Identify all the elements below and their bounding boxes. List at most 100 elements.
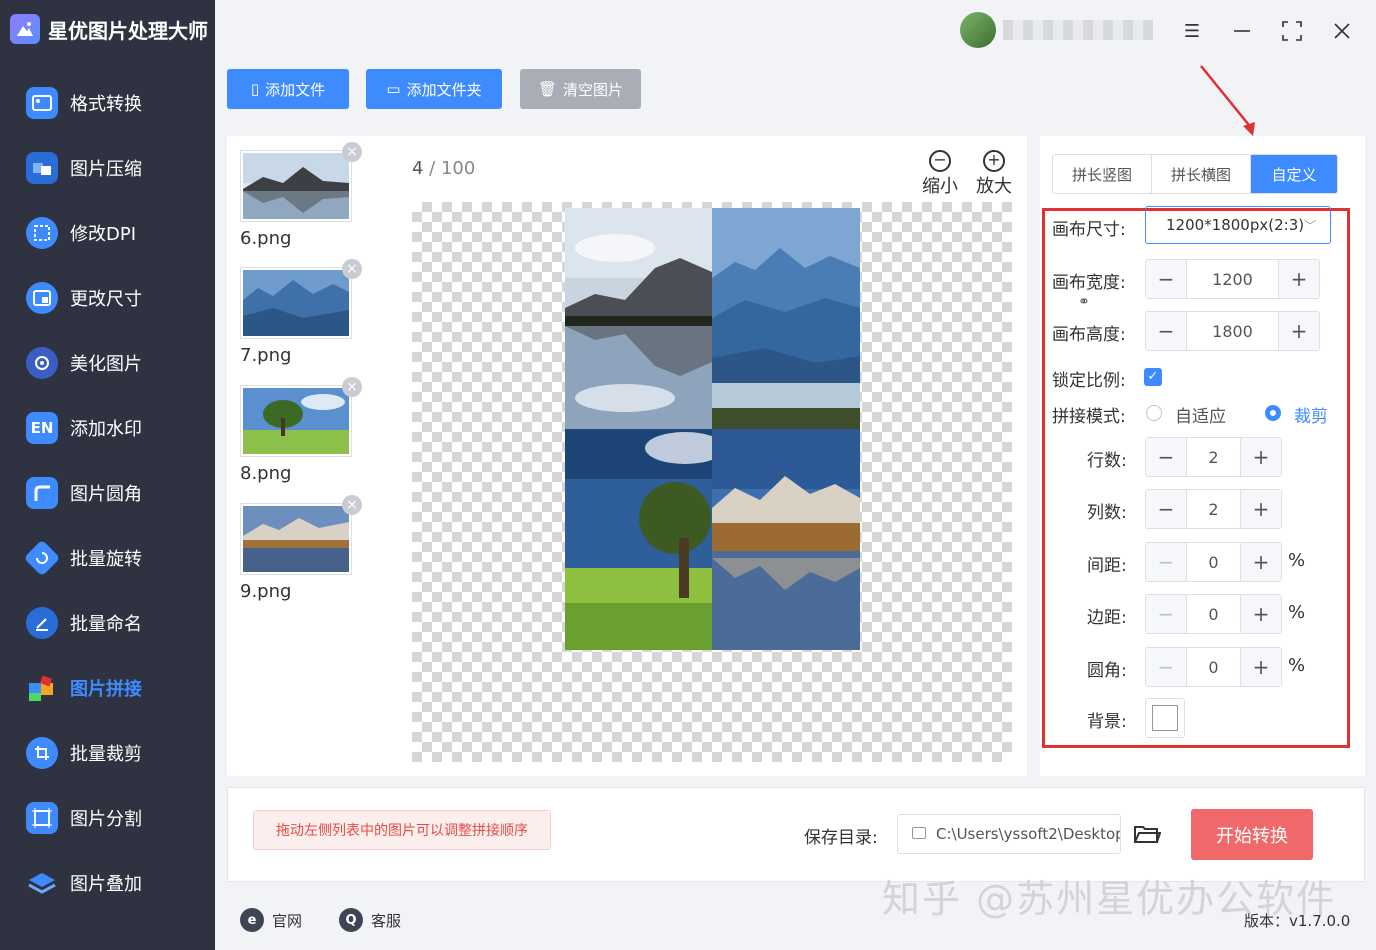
- tab-custom[interactable]: 自定义: [1251, 155, 1337, 193]
- canvas-width-stepper[interactable]: − 1200 +: [1145, 259, 1320, 299]
- remove-file-icon[interactable]: ×: [342, 377, 362, 397]
- increment-button[interactable]: +: [1279, 312, 1319, 350]
- increment-button[interactable]: +: [1241, 595, 1281, 633]
- open-folder-icon[interactable]: [1133, 820, 1161, 848]
- background-label: 背景:: [1087, 712, 1127, 732]
- increment-button[interactable]: +: [1241, 543, 1281, 581]
- sidebar-item-resize[interactable]: 更改尺寸: [0, 272, 215, 324]
- sidebar-item-format-convert[interactable]: 格式转换: [0, 77, 215, 129]
- sidebar-item-label: 添加水印: [70, 419, 142, 440]
- mode-fit-radio[interactable]: [1146, 405, 1162, 421]
- decrement-button[interactable]: −: [1146, 312, 1186, 350]
- decrement-button[interactable]: −: [1146, 595, 1186, 633]
- sidebar-item-rename[interactable]: 批量命名: [0, 597, 215, 649]
- margin-stepper[interactable]: − 0 +: [1145, 594, 1282, 634]
- zoom-in-button[interactable]: + 放大: [974, 150, 1014, 198]
- file-name: 9.png: [240, 581, 292, 602]
- close-icon[interactable]: [1325, 14, 1359, 48]
- decrement-button[interactable]: −: [1146, 543, 1186, 581]
- decrement-button[interactable]: −: [1146, 260, 1186, 298]
- sidebar-item-rotate[interactable]: 批量旋转: [0, 532, 215, 584]
- collage-tile-1: [565, 208, 712, 429]
- trash-icon: 🗑: [537, 80, 558, 98]
- remove-file-icon[interactable]: ×: [342, 495, 362, 515]
- sidebar-item-beautify[interactable]: 美化图片: [0, 337, 215, 389]
- support-link[interactable]: Q 客服: [339, 908, 401, 932]
- zoom-out-label: 缩小: [922, 176, 958, 197]
- sidebar-item-label: 图片拼接: [70, 679, 142, 700]
- link-icon[interactable]: ⚭: [1078, 294, 1090, 310]
- dpi-icon: [26, 217, 58, 249]
- mode-fit-label[interactable]: 自适应: [1175, 402, 1226, 427]
- sidebar-item-dpi[interactable]: 修改DPI: [0, 207, 215, 259]
- decrement-button[interactable]: −: [1146, 438, 1186, 476]
- tab-horizontal[interactable]: 拼长横图: [1152, 155, 1251, 193]
- sidebar-item-split[interactable]: 图片分割: [0, 792, 215, 844]
- collage-tile-2: [712, 208, 860, 429]
- cols-label: 列数:: [1087, 503, 1127, 523]
- sidebar-item-watermark[interactable]: EN 添加水印: [0, 402, 215, 454]
- remove-file-icon[interactable]: ×: [342, 259, 362, 279]
- lock-ratio-checkbox[interactable]: ✓: [1144, 368, 1162, 386]
- increment-button[interactable]: +: [1241, 648, 1281, 686]
- thumbnail: [240, 385, 352, 457]
- canvas-height-label: 画布高度:: [1052, 325, 1126, 345]
- compress-icon: [26, 152, 58, 184]
- sidebar-item-stitch[interactable]: 图片拼接: [0, 662, 215, 714]
- layers-icon: [26, 867, 58, 899]
- tab-vertical[interactable]: 拼长竖图: [1053, 155, 1152, 193]
- radius-stepper[interactable]: − 0 +: [1145, 647, 1282, 687]
- increment-button[interactable]: +: [1279, 260, 1319, 298]
- sidebar-item-round-corner[interactable]: 图片圆角: [0, 467, 215, 519]
- canvas-size-select[interactable]: 1200*1800px(2:3) ﹀: [1145, 206, 1331, 244]
- save-path-value: C:\Users\yssoft2\Desktop: [936, 825, 1121, 843]
- remove-file-icon[interactable]: ×: [342, 142, 362, 162]
- increment-button[interactable]: +: [1241, 490, 1281, 528]
- zoom-out-icon: −: [929, 150, 951, 172]
- canvas-width-value[interactable]: 1200: [1186, 260, 1279, 298]
- beautify-icon: [26, 347, 58, 379]
- sidebar-item-crop[interactable]: 批量裁剪: [0, 727, 215, 779]
- color-swatch: [1152, 705, 1178, 731]
- rows-stepper[interactable]: − 2 +: [1145, 437, 1282, 477]
- decrement-button[interactable]: −: [1146, 490, 1186, 528]
- sidebar-item-label: 格式转换: [70, 94, 142, 115]
- radius-value[interactable]: 0: [1186, 648, 1241, 686]
- increment-button[interactable]: +: [1241, 438, 1281, 476]
- save-path-input[interactable]: C:\Users\yssoft2\Desktop: [897, 814, 1121, 854]
- add-file-button[interactable]: ▯ 添加文件: [227, 69, 349, 109]
- resize-icon: [26, 282, 58, 314]
- thumbnail: [240, 267, 352, 339]
- add-folder-button[interactable]: ▭ 添加文件夹: [366, 69, 502, 109]
- menu-icon[interactable]: ☰: [1175, 14, 1209, 48]
- sidebar-item-overlay[interactable]: 图片叠加: [0, 857, 215, 909]
- canvas-width-label: 画布宽度:: [1052, 273, 1126, 293]
- minimize-icon[interactable]: [1225, 14, 1259, 48]
- maximize-icon[interactable]: [1275, 14, 1309, 48]
- spacing-value[interactable]: 0: [1186, 543, 1241, 581]
- cols-stepper[interactable]: − 2 +: [1145, 489, 1282, 529]
- folder-icon: ▭: [386, 80, 401, 98]
- sidebar-item-label: 批量裁剪: [70, 744, 142, 765]
- canvas-height-value[interactable]: 1800: [1186, 312, 1279, 350]
- spacing-stepper[interactable]: − 0 +: [1145, 542, 1282, 582]
- start-convert-button[interactable]: 开始转换: [1191, 809, 1313, 860]
- cols-value[interactable]: 2: [1186, 490, 1241, 528]
- thumbnail: [240, 150, 352, 222]
- margin-value[interactable]: 0: [1186, 595, 1241, 633]
- add-folder-label: 添加文件夹: [406, 80, 482, 99]
- folder-outline-icon: [912, 827, 926, 839]
- background-color-picker[interactable]: [1145, 698, 1185, 738]
- canvas-height-stepper[interactable]: − 1800 +: [1145, 311, 1320, 351]
- user-avatar[interactable]: [960, 12, 996, 48]
- rows-value[interactable]: 2: [1186, 438, 1241, 476]
- counter-total: 100: [440, 158, 476, 179]
- sidebar-item-compress[interactable]: 图片压缩: [0, 142, 215, 194]
- website-link[interactable]: e 官网: [240, 908, 302, 932]
- mode-crop-radio[interactable]: [1265, 405, 1281, 421]
- sidebar-item-label: 图片分割: [70, 809, 142, 830]
- mode-crop-label[interactable]: 裁剪: [1294, 402, 1328, 427]
- decrement-button[interactable]: −: [1146, 648, 1186, 686]
- zoom-out-button[interactable]: − 缩小: [920, 150, 960, 198]
- clear-images-button[interactable]: 🗑 清空图片: [520, 69, 641, 109]
